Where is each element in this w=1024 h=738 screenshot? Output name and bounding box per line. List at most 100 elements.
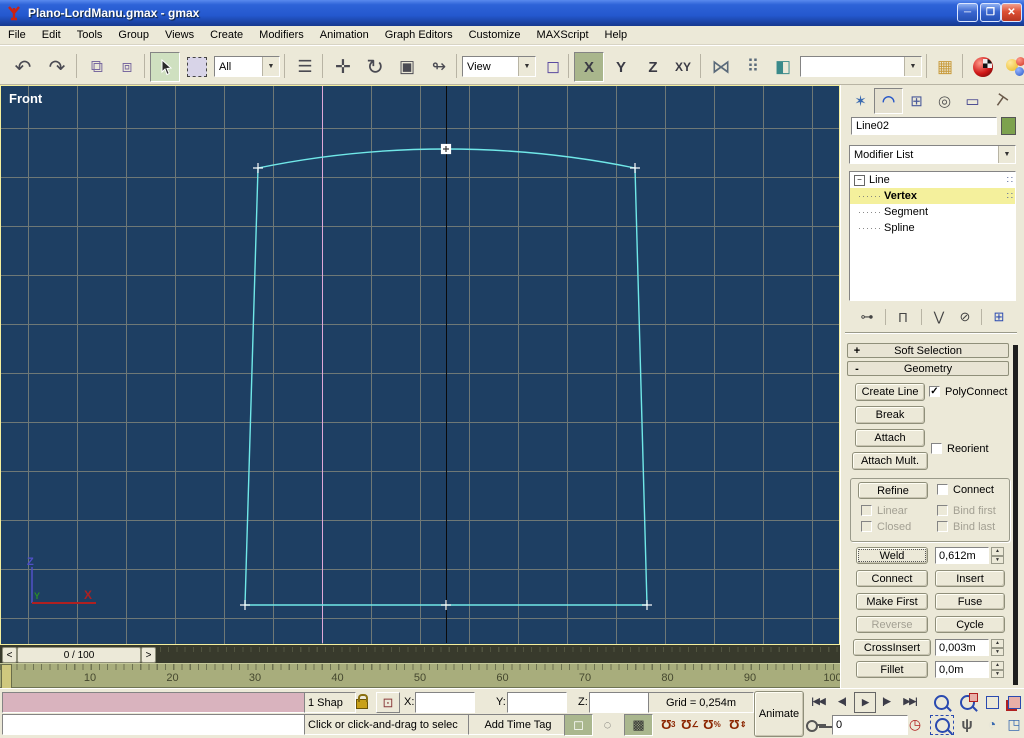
spinner-snap-icon[interactable]: Ω⇕	[728, 715, 748, 733]
play-button[interactable]: ▶	[854, 692, 876, 713]
selection-filter-dropdown[interactable]: All ▼	[214, 56, 280, 77]
menu-create[interactable]: Create	[202, 27, 251, 43]
z-coord-field[interactable]	[589, 692, 649, 713]
attach-mult-button[interactable]: Attach Mult.	[852, 452, 928, 470]
dotted-sphere-toggle-icon[interactable]: ◌	[594, 714, 621, 734]
reference-coordinate-system-dropdown[interactable]: View ▼	[462, 56, 536, 77]
percent-snap-icon[interactable]: Ω%	[702, 715, 722, 733]
next-frame-icon[interactable]: |▶	[876, 692, 896, 711]
weld-button[interactable]: Weld	[856, 547, 928, 564]
undo-icon[interactable]: ↶	[8, 52, 38, 82]
weld-threshold-field[interactable]: 0,612m	[935, 547, 989, 564]
tab-hierarchy-icon[interactable]: ⊞	[902, 88, 931, 114]
weld-spinner[interactable]: ▲▼	[991, 547, 1004, 564]
previous-frame-icon[interactable]: ◀|	[832, 692, 852, 711]
material-editor-icon[interactable]	[968, 52, 998, 82]
modifier-list-dropdown[interactable]: Modifier List ▼	[849, 145, 1016, 164]
menu-customize[interactable]: Customize	[461, 27, 529, 43]
object-name-field[interactable]: Line02	[851, 117, 997, 135]
named-selection-sets-dropdown[interactable]: ▼	[800, 56, 922, 77]
time-configuration-icon[interactable]: ◷	[904, 715, 926, 733]
spinner-down-icon[interactable]: ▼	[991, 670, 1004, 679]
frame-back-button[interactable]: <	[2, 647, 17, 663]
time-slider[interactable]: 0 / 100	[17, 647, 141, 663]
cross-insert-spinner[interactable]: ▲▼	[991, 639, 1004, 656]
stack-row-spline[interactable]: ······ Spline	[850, 220, 1015, 236]
select-by-name-icon[interactable]: ☰	[290, 52, 320, 82]
menu-help[interactable]: Help	[597, 27, 636, 43]
select-and-rotate-icon[interactable]: ↻	[360, 52, 390, 82]
x-coord-field[interactable]	[415, 692, 475, 713]
shaded-cube-toggle-icon[interactable]: ◻	[564, 714, 593, 736]
track-bar-handle[interactable]	[1, 664, 12, 690]
restore-button[interactable]: ❐	[980, 3, 1001, 22]
restrict-to-x-button[interactable]: X	[574, 52, 604, 82]
fillet-field[interactable]: 0,0m	[935, 661, 989, 678]
maxscript-mini-listener-pink[interactable]	[2, 692, 306, 713]
menu-file[interactable]: File	[0, 27, 34, 43]
spinner-up-icon[interactable]: ▲	[991, 639, 1004, 648]
reorient-checkbox[interactable]	[931, 443, 942, 454]
connect-button[interactable]: Connect	[856, 570, 928, 587]
restrict-to-xy-plane-button[interactable]: XY	[668, 52, 698, 82]
min-max-toggle-icon[interactable]: ◳	[1004, 715, 1024, 733]
fuse-button[interactable]: Fuse	[935, 593, 1005, 610]
fillet-button[interactable]: Fillet	[856, 661, 928, 678]
rollout-soft-selection[interactable]: + Soft Selection	[847, 343, 1009, 358]
tab-create-icon[interactable]: ✶	[846, 88, 875, 114]
tab-motion-icon[interactable]: ◎	[930, 88, 959, 114]
rollout-geometry[interactable]: - Geometry	[847, 361, 1009, 376]
align-icon[interactable]: ◧	[768, 52, 798, 82]
track-view-icon[interactable]: ▦	[930, 52, 960, 82]
remove-modifier-icon[interactable]: ⊘	[953, 307, 977, 327]
arc-rotate-icon[interactable]: ◔	[982, 715, 1002, 733]
animate-button[interactable]: Animate	[754, 691, 804, 737]
pan-hand-icon[interactable]: ψ	[956, 715, 978, 733]
rollout-scrollbar[interactable]	[1013, 345, 1018, 685]
insert-button[interactable]: Insert	[935, 570, 1005, 587]
line02-spline-shape[interactable]	[0, 85, 840, 645]
key-mode-icon[interactable]	[804, 716, 830, 734]
select-and-link-icon[interactable]: ⧉	[82, 52, 112, 82]
polyconnect-checkbox[interactable]: ✓	[929, 386, 940, 397]
zoom-extents-all-icon[interactable]	[1004, 693, 1024, 711]
menu-maxscript[interactable]: MAXScript	[529, 27, 597, 43]
maxscript-mini-listener-white[interactable]	[2, 714, 306, 735]
menu-modifiers[interactable]: Modifiers	[251, 27, 312, 43]
menu-tools[interactable]: Tools	[69, 27, 111, 43]
cycle-button[interactable]: Cycle	[935, 616, 1005, 633]
restrict-to-z-button[interactable]: Z	[638, 52, 668, 82]
pin-stack-icon[interactable]: ⊶	[855, 307, 879, 327]
render-icon[interactable]	[1000, 52, 1024, 82]
cross-insert-field[interactable]: 0,003m	[935, 639, 989, 656]
show-end-result-icon[interactable]: Π	[891, 307, 915, 327]
zoom-all-icon[interactable]	[956, 693, 978, 711]
menu-graph-editors[interactable]: Graph Editors	[377, 27, 461, 43]
absolute-mode-icon[interactable]: ⊡	[376, 692, 400, 713]
break-button[interactable]: Break	[855, 406, 925, 424]
object-color-swatch[interactable]	[1001, 117, 1016, 135]
restrict-to-y-button[interactable]: Y	[606, 52, 636, 82]
current-frame-field[interactable]: 0	[832, 715, 908, 735]
zoom-extents-icon[interactable]	[982, 693, 1002, 711]
unlink-selection-icon[interactable]: ⧈	[112, 52, 142, 82]
mirror-icon[interactable]: ⋈	[706, 52, 736, 82]
cross-insert-button[interactable]: CrossInsert	[853, 639, 931, 656]
select-and-move-icon[interactable]: ✛	[328, 52, 358, 82]
region-zoom-icon[interactable]	[930, 715, 954, 735]
select-and-manipulate-icon[interactable]: ↬	[424, 52, 454, 82]
array-icon[interactable]: ⠿	[738, 52, 768, 82]
select-object-button[interactable]	[150, 52, 180, 82]
spinner-up-icon[interactable]: ▲	[991, 661, 1004, 670]
snap-3d-icon[interactable]: Ω3	[658, 715, 678, 733]
rectangular-selection-region-icon[interactable]	[182, 52, 212, 82]
minimize-button[interactable]: ─	[957, 3, 978, 22]
frame-forward-button[interactable]: >	[141, 647, 156, 663]
go-to-start-icon[interactable]: |◀◀	[806, 692, 830, 711]
select-and-scale-icon[interactable]: ▣	[392, 52, 422, 82]
y-coord-field[interactable]	[507, 692, 567, 713]
checkered-cube-toggle-icon[interactable]: ▩	[624, 714, 653, 736]
vertex-markers[interactable]	[240, 145, 652, 611]
menu-edit[interactable]: Edit	[34, 27, 69, 43]
spinner-down-icon[interactable]: ▼	[991, 556, 1004, 565]
